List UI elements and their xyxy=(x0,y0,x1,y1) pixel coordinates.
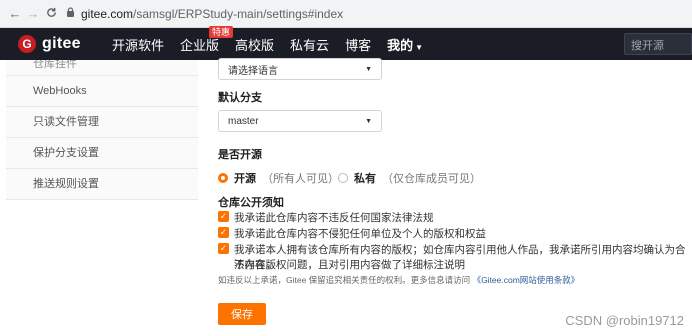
gitee-logo-icon: G xyxy=(18,35,36,53)
default-branch-select[interactable]: master ▼ xyxy=(218,110,382,132)
promo-badge: 特惠 xyxy=(209,25,234,38)
radio-public-label: 开源 xyxy=(234,173,256,185)
menu-enterprise-label: 企业版 xyxy=(180,37,220,53)
language-select-value: 请选择语言 xyxy=(228,65,278,77)
radio-private[interactable]: 私有 （仅仓库成员可见） xyxy=(338,170,481,186)
dropdown-arrow-icon: ▼ xyxy=(365,65,372,73)
check-row-1[interactable]: ✓ 我承诺此仓库内容不违反任何国家法律法规 xyxy=(218,210,434,225)
radio-private-unselected[interactable] xyxy=(338,173,348,183)
checkbox-checked-icon[interactable]: ✓ xyxy=(218,211,229,222)
address-bar[interactable]: gitee.com/samsgl/ERPStudy-main/settings#… xyxy=(66,7,343,21)
chevron-down-icon: ▼ xyxy=(415,42,424,52)
menu-mine[interactable]: 我的 ▼ xyxy=(387,35,423,54)
radio-private-hint: （仅仓库成员可见） xyxy=(382,173,481,185)
language-select[interactable]: 请选择语言 ▼ xyxy=(218,58,382,80)
save-button[interactable]: 保存 xyxy=(218,303,266,325)
check-label-3-line2: 不存在版权问题，且对引用内容做了详细标注说明 xyxy=(234,259,465,271)
settings-sidebar: 仓库挂件 WebHooks 只读文件管理 保护分支设置 推送规则设置 xyxy=(6,60,198,200)
menu-enterprise[interactable]: 企业版 特惠 xyxy=(180,25,234,54)
radio-public-hint: （所有人可见） xyxy=(262,173,339,185)
main-menu: 开源软件 企业版 特惠 高校版 私有云 博客 我的 ▼ xyxy=(112,25,439,54)
check-label-2: 我承诺此仓库内容不侵犯任何单位及个人的版权和权益 xyxy=(234,228,486,240)
terms-link[interactable]: 《Gitee.com网站使用条款》 xyxy=(473,275,580,285)
reload-icon[interactable] xyxy=(42,6,60,21)
check-label-1: 我承诺此仓库内容不违反任何国家法律法规 xyxy=(234,212,434,224)
open-source-label: 是否开源 xyxy=(218,149,262,161)
menu-education[interactable]: 高校版 xyxy=(235,35,274,54)
dropdown-arrow-icon: ▼ xyxy=(365,117,372,125)
check-row-2[interactable]: ✓ 我承诺此仓库内容不侵犯任何单位及个人的版权和权益 xyxy=(218,226,486,241)
sidebar-item-readonly-files[interactable]: 只读文件管理 xyxy=(6,107,198,138)
notice-text-body: 如违反以上承诺，Gitee 保留追究相关责任的权利。更多信息请访问 xyxy=(218,275,471,285)
settings-content: 仓库挂件 WebHooks 只读文件管理 保护分支设置 推送规则设置 请选择语言… xyxy=(0,58,692,336)
sidebar-item-webhooks[interactable]: WebHooks xyxy=(6,76,198,107)
url-path: /samsgl/ERPStudy-main/settings#index xyxy=(133,6,344,21)
forward-icon[interactable]: → xyxy=(24,6,42,21)
watermark: CSDN @robin19712 xyxy=(565,313,684,328)
url-host: gitee.com xyxy=(81,6,134,21)
menu-private-cloud[interactable]: 私有云 xyxy=(290,35,329,54)
lock-icon xyxy=(66,7,75,20)
radio-public-selected[interactable] xyxy=(218,173,228,183)
menu-blog[interactable]: 博客 xyxy=(345,35,371,54)
menu-open-source[interactable]: 开源软件 xyxy=(112,35,164,54)
sidebar-item-widget[interactable]: 仓库挂件 xyxy=(6,60,198,76)
checkbox-checked-icon[interactable]: ✓ xyxy=(218,227,229,238)
notice-title: 仓库公开须知 xyxy=(218,197,284,209)
site-header: G gitee 开源软件 企业版 特惠 高校版 私有云 博客 我的 ▼ 搜开源 xyxy=(0,25,692,60)
checkbox-checked-icon[interactable]: ✓ xyxy=(218,243,229,254)
browser-toolbar: ← → gitee.com/samsgl/ERPStudy-main/setti… xyxy=(0,0,692,28)
default-branch-label: 默认分支 xyxy=(218,92,262,104)
search-input[interactable]: 搜开源 xyxy=(624,33,692,55)
notice-text: 如违反以上承诺，Gitee 保留追究相关责任的权利。更多信息请访问 《Gitee… xyxy=(218,274,579,286)
gitee-logo[interactable]: G gitee xyxy=(18,35,112,53)
sidebar-item-protected-branches[interactable]: 保护分支设置 xyxy=(6,138,198,169)
back-icon[interactable]: ← xyxy=(6,6,24,21)
radio-public[interactable]: 开源 （所有人可见） xyxy=(218,170,339,186)
default-branch-value: master xyxy=(228,115,259,127)
logo-text: gitee xyxy=(42,35,81,52)
menu-mine-label: 我的 xyxy=(387,37,414,53)
sidebar-item-push-rules[interactable]: 推送规则设置 xyxy=(6,169,198,200)
radio-private-label: 私有 xyxy=(354,173,376,185)
